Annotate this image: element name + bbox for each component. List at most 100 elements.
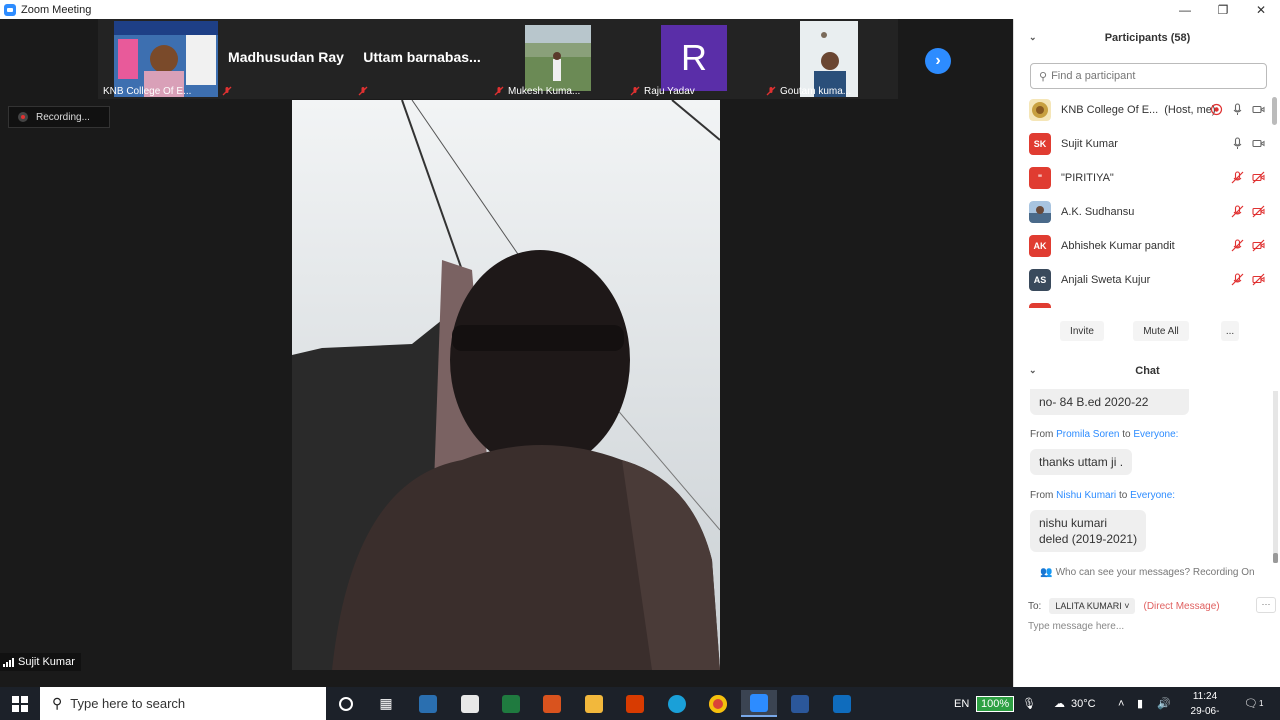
thumbnail-tile[interactable]: Goutam kuma... — [762, 19, 898, 99]
thumbnail-tile[interactable]: Mukesh Kuma... — [490, 19, 626, 99]
network-icon[interactable]: ▮ — [1137, 687, 1143, 720]
edge-icon — [668, 694, 686, 713]
chat-more-button[interactable]: ··· — [1256, 597, 1276, 613]
muted-mic-icon[interactable] — [1231, 205, 1244, 218]
recording-indicator[interactable]: Recording... — [8, 106, 110, 128]
notification-count: 1 — [1258, 699, 1264, 708]
participant-name: KNB College Of E... — [1061, 104, 1159, 116]
video-off-icon[interactable] — [1252, 239, 1265, 252]
weather-widget[interactable]: ☁ 30°C — [1054, 687, 1096, 720]
battery-label: 100% — [976, 695, 1015, 712]
recipient-dropdown[interactable]: LALITA KUMARI ˅ — [1049, 598, 1136, 614]
participant-row[interactable]: AS Anjali Sweta Kujur — [1014, 263, 1271, 297]
participant-row[interactable]: " "PIRITIYA" — [1014, 161, 1271, 195]
record-icon — [18, 112, 28, 122]
language-label: EN — [954, 697, 970, 710]
participant-avatar: AK — [1029, 235, 1051, 257]
mic-tray-icon[interactable]: 🎙 — [1022, 687, 1036, 720]
chat-header[interactable]: ⌄ Chat — [1014, 352, 1280, 390]
taskbar-clock[interactable]: 11:24 29-06-2021 — [1180, 689, 1230, 720]
volume-icon[interactable]: 🔊 — [1157, 687, 1171, 720]
muted-mic-icon[interactable] — [1231, 171, 1244, 184]
close-button[interactable]: ✕ — [1242, 0, 1280, 19]
participant-row[interactable]: AK Abhishek Kumar pandit — [1014, 229, 1271, 263]
taskbar-app[interactable] — [576, 690, 612, 717]
tray-overflow-button[interactable]: ˄ — [1118, 687, 1124, 720]
language-indicator[interactable]: EN — [954, 687, 969, 720]
taskbar-app[interactable] — [782, 690, 818, 717]
chat-message-input[interactable]: Type message here... — [1028, 621, 1124, 632]
maximize-button[interactable]: ❐ — [1204, 0, 1242, 19]
mic-icon: 🎙 — [1022, 698, 1036, 710]
participant-row[interactable]: A.K. Sudhansu — [1014, 195, 1271, 229]
chat-scroll-thumb[interactable] — [1273, 553, 1278, 563]
participant-row[interactable] — [1014, 297, 1271, 308]
thumbnail-tile[interactable]: KNB College Of E... — [98, 19, 218, 99]
taskbar-app[interactable] — [824, 690, 860, 717]
chrome-icon — [709, 694, 727, 713]
thumbnail-tile[interactable]: Uttam barnabas... — [354, 19, 490, 99]
participant-row[interactable]: SK Sujit Kumar — [1014, 127, 1271, 161]
participant-role: (Host, me) — [1164, 104, 1216, 116]
participants-header[interactable]: ⌄ Participants (58) — [1014, 19, 1280, 57]
chat-scrollbar[interactable] — [1273, 391, 1278, 563]
participants-list: KNB College Of E... (Host, me) SK Sujit … — [1014, 93, 1271, 308]
mic-icon[interactable] — [1231, 103, 1244, 116]
muted-mic-icon[interactable] — [1231, 239, 1244, 252]
zoom-icon — [750, 693, 768, 712]
minimize-button[interactable]: — — [1166, 0, 1204, 19]
sender-name[interactable]: Nishu Kumari — [1056, 490, 1116, 501]
search-icon: ⚲ — [52, 695, 63, 711]
more-options-button[interactable]: ... — [1221, 321, 1239, 341]
taskbar-search-box[interactable]: ⚲ Type here to search — [40, 687, 326, 720]
participant-search-input[interactable]: ⚲ Find a participant — [1030, 63, 1267, 89]
speaker-icon: 🔊 — [1157, 698, 1171, 710]
chat-visibility-notice[interactable]: 👥 Who can see your messages? Recording O… — [1014, 567, 1280, 578]
participants-scrollbar[interactable] — [1272, 95, 1278, 307]
video-off-icon[interactable] — [1252, 171, 1265, 184]
thumbnail-tile[interactable]: Madhusudan Ray — [218, 19, 354, 99]
muted-mic-icon — [630, 86, 640, 96]
taskbar-app[interactable] — [617, 690, 653, 717]
visibility-text: Who can see your messages? Recording On — [1055, 567, 1255, 578]
video-area: KNB College Of E... Madhusudan Ray Uttam… — [0, 19, 1013, 687]
chat-sender-line: From Promila Soren to Everyone: — [1030, 429, 1178, 440]
participants-title: Participants (58) — [1104, 32, 1191, 44]
active-speaker-label: Sujit Kumar — [0, 653, 81, 671]
video-off-icon[interactable] — [1252, 273, 1265, 286]
recording-label: Recording... — [36, 111, 90, 123]
participants-scroll-thumb[interactable] — [1272, 97, 1277, 125]
taskbar-app-active[interactable] — [741, 690, 777, 717]
search-icon: ⚲ — [1039, 70, 1048, 83]
participant-avatar: " — [1029, 167, 1051, 189]
taskbar-app[interactable] — [493, 690, 529, 717]
taskbar-app[interactable] — [700, 690, 736, 717]
taskbar-app[interactable] — [452, 690, 488, 717]
notification-center-button[interactable]: 🗨 1 — [1244, 687, 1263, 720]
participant-row[interactable]: KNB College Of E... (Host, me) — [1014, 93, 1271, 127]
mute-all-button[interactable]: Mute All — [1133, 321, 1189, 341]
thumbnail-tile[interactable]: R Raju Yadav — [626, 19, 762, 99]
video-off-icon[interactable] — [1252, 205, 1265, 218]
invite-button[interactable]: Invite — [1060, 321, 1104, 341]
chevron-down-icon[interactable]: ⌄ — [1029, 365, 1037, 376]
participant-name: Abhishek Kumar pandit — [1061, 240, 1175, 252]
taskbar-app[interactable] — [534, 690, 570, 717]
next-page-button[interactable]: › — [925, 48, 951, 74]
participant-avatar — [1029, 201, 1051, 223]
taskbar-app[interactable] — [410, 690, 446, 717]
battery-indicator[interactable]: 100% — [976, 687, 1015, 720]
zoom-app-icon — [4, 3, 16, 16]
muted-mic-icon — [358, 86, 368, 96]
taskbar-app[interactable] — [659, 690, 695, 717]
start-button[interactable] — [0, 687, 40, 720]
thumbnail-big-name: Madhusudan Ray — [228, 49, 344, 65]
video-icon[interactable] — [1252, 137, 1265, 150]
cortana-button[interactable] — [328, 690, 364, 717]
task-view-button[interactable]: ▦ — [368, 690, 404, 717]
mic-icon[interactable] — [1231, 137, 1244, 150]
video-icon[interactable] — [1252, 103, 1265, 116]
muted-mic-icon[interactable] — [1231, 273, 1244, 286]
chevron-down-icon[interactable]: ⌄ — [1029, 32, 1037, 43]
sender-name[interactable]: Promila Soren — [1056, 429, 1119, 440]
